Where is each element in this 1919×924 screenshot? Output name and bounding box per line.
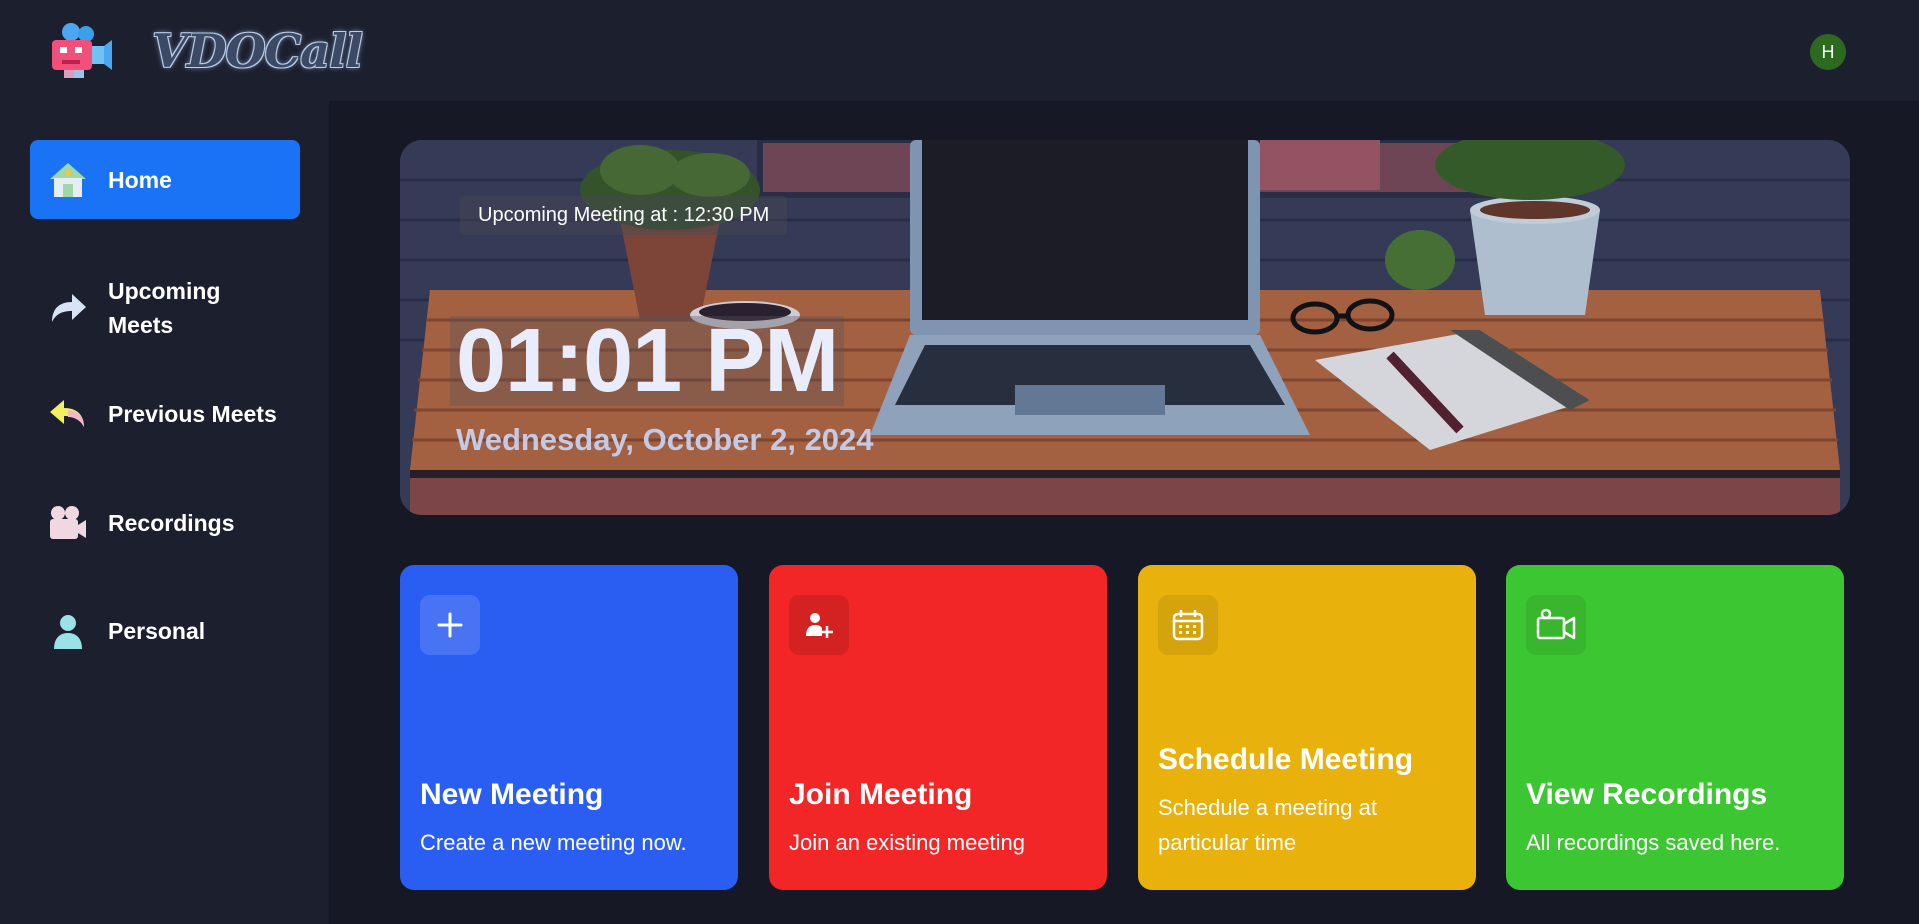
calendar-icon (1158, 595, 1218, 655)
card-description: All recordings saved here. (1526, 830, 1781, 855)
new-meeting-card[interactable]: New Meeting Create a new meeting now. (400, 565, 738, 890)
sidebar-item-label: Upcoming Meets (108, 278, 221, 338)
card-title: Schedule Meeting (1158, 743, 1414, 776)
sidebar-item-recordings[interactable]: Recordings (30, 496, 300, 550)
sidebar: Home Upcoming Meets Previous Meets Recor… (0, 101, 329, 924)
view-recordings-card[interactable]: View Recordings All recordings saved her… (1506, 565, 1844, 890)
user-add-icon (789, 595, 849, 655)
user-avatar[interactable]: H (1810, 34, 1846, 70)
hero-banner: Upcoming Meeting at : 12:30 PM 01:01 PM … (400, 140, 1850, 515)
join-meeting-card[interactable]: Join Meeting Join an existing meeting (769, 565, 1107, 890)
card-title: Join Meeting (789, 778, 973, 811)
current-date: Wednesday, October 2, 2024 (456, 422, 874, 457)
card-description: Join an existing meeting (789, 830, 1026, 855)
video-icon (1526, 595, 1586, 655)
app-name: VDOCall (152, 24, 363, 78)
reply-arrow-icon (48, 394, 88, 434)
app-logo-icon (48, 20, 114, 82)
user-icon (48, 611, 88, 651)
video-camera-icon (48, 503, 88, 543)
plus-icon (420, 595, 480, 655)
card-title: View Recordings (1526, 778, 1768, 811)
card-description: Create a new meeting now. (420, 830, 687, 855)
current-time: 01:01 PM (450, 316, 845, 406)
sidebar-item-label: Recordings (108, 510, 235, 536)
sidebar-item-previous-meets[interactable]: Previous Meets (30, 387, 300, 441)
upcoming-meeting-label: Upcoming Meeting at : 12:30 PM (460, 196, 788, 235)
sidebar-item-personal[interactable]: Personal (30, 604, 300, 658)
card-title: New Meeting (420, 778, 604, 811)
sidebar-item-label: Home (108, 166, 172, 193)
home-icon (48, 160, 88, 200)
schedule-meeting-card[interactable]: Schedule Meeting Schedule a meeting at p… (1138, 565, 1476, 890)
top-navbar: VDOCall H (0, 0, 1919, 101)
share-arrow-icon (48, 288, 88, 328)
sidebar-item-upcoming-meets[interactable]: Upcoming Meets (30, 268, 300, 348)
sidebar-item-label: Previous Meets (108, 401, 277, 427)
sidebar-item-label: Personal (108, 618, 206, 644)
brand-link[interactable]: VDOCall (48, 20, 363, 82)
card-description: Schedule a meeting at particular time (1158, 795, 1377, 855)
sidebar-item-home[interactable]: Home (30, 140, 300, 219)
